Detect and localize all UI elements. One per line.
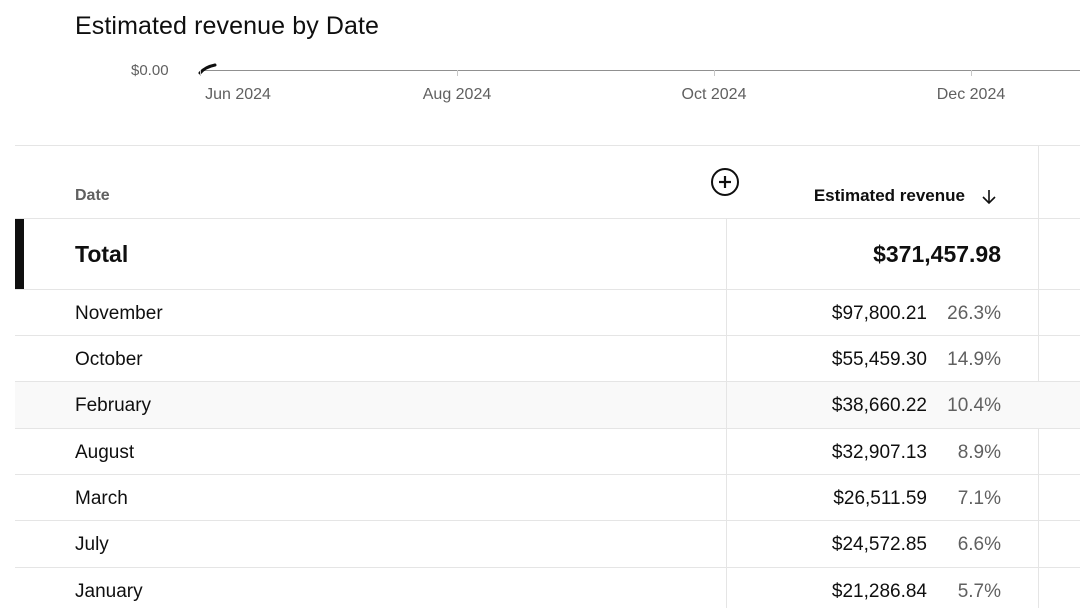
row-date: July	[75, 534, 109, 555]
chart-title: Estimated revenue by Date	[75, 12, 380, 40]
row-revenue: $97,800.21	[831, 303, 927, 324]
total-row: Total $371,457.98	[15, 219, 1080, 289]
row-revenue: $38,660.22	[831, 395, 927, 416]
row-date: August	[75, 442, 135, 463]
row-revenue: $26,511.59	[833, 488, 927, 509]
arrow-down-icon[interactable]	[979, 187, 999, 207]
table-row[interactable]: November $97,800.21 26.3%	[15, 290, 1080, 336]
x-tick-label: Jun 2024	[205, 86, 271, 103]
table-row[interactable]: March $26,511.59 7.1%	[15, 475, 1080, 521]
row-date: February	[75, 395, 152, 416]
x-tick-mark	[457, 70, 458, 76]
table-row[interactable]: August $32,907.13 8.9%	[15, 429, 1080, 475]
x-tick-label: Dec 2024	[936, 86, 1006, 103]
row-date: November	[75, 303, 163, 324]
row-percent: 8.9%	[957, 442, 1001, 463]
table-row[interactable]: October $55,459.30 14.9%	[15, 336, 1080, 382]
table-row[interactable]: July $24,572.85 6.6%	[15, 521, 1080, 567]
table-row[interactable]: February $38,660.22 10.4%	[15, 382, 1080, 428]
x-axis-line	[200, 70, 1080, 71]
row-percent: 5.7%	[957, 581, 1001, 602]
row-date: January	[75, 581, 143, 602]
x-tick-label: Aug 2024	[422, 86, 492, 103]
x-tick-label: Oct 2024	[681, 86, 747, 103]
row-percent: 14.9%	[947, 349, 1001, 370]
x-tick-mark	[200, 70, 201, 76]
x-tick-mark	[971, 70, 972, 76]
table-row[interactable]: January $21,286.84 5.7%	[15, 568, 1080, 608]
add-metric-button[interactable]	[711, 168, 739, 196]
analytics-page: Estimated revenue by Date $0.00 Jun 2024…	[0, 0, 1080, 608]
column-divider	[726, 219, 727, 608]
row-percent: 6.6%	[957, 534, 1001, 555]
y-tick-label: $0.00	[131, 62, 169, 79]
row-date: October	[75, 349, 143, 370]
row-percent: 7.1%	[957, 488, 1001, 509]
row-revenue: $55,459.30	[831, 349, 927, 370]
row-revenue: $21,286.84	[831, 581, 927, 602]
add-circle-icon	[719, 176, 731, 188]
total-row-indicator	[15, 219, 24, 289]
row-revenue: $24,572.85	[831, 534, 927, 555]
row-date: March	[75, 488, 128, 509]
column-header-estimated-revenue[interactable]: Estimated revenue	[814, 186, 965, 206]
column-header-date[interactable]: Date	[75, 187, 110, 205]
x-tick-mark	[714, 70, 715, 76]
total-label: Total	[75, 241, 129, 267]
total-value: $371,457.98	[873, 241, 1001, 267]
table-top-divider	[15, 145, 1080, 146]
row-percent: 26.3%	[947, 303, 1001, 324]
row-percent: 10.4%	[947, 395, 1001, 416]
row-revenue: $32,907.13	[831, 442, 927, 463]
